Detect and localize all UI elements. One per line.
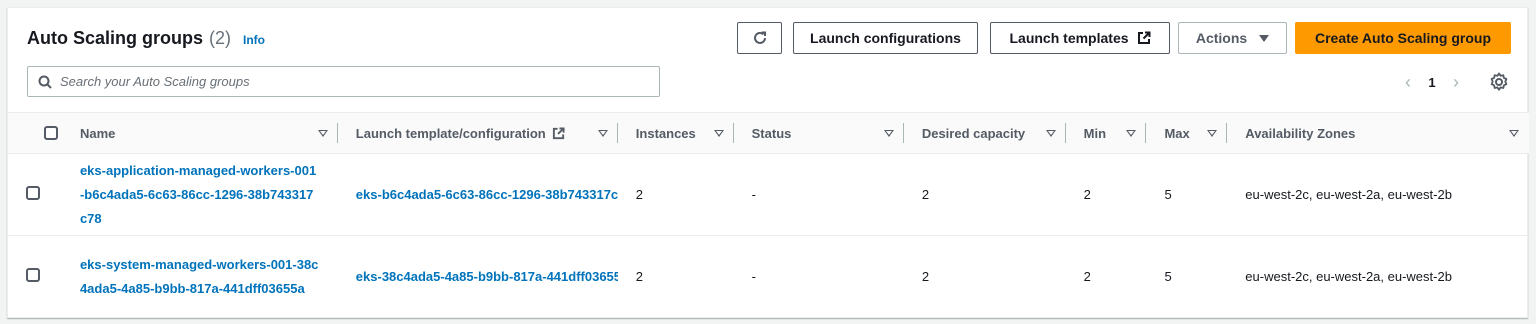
instances-cell: 2: [635, 269, 644, 285]
launch-configurations-button[interactable]: Launch configurations: [793, 22, 978, 54]
refresh-icon: [753, 31, 766, 44]
create-auto-scaling-group-button[interactable]: Create Auto Scaling group: [1295, 22, 1511, 54]
name-cell: eks-system-managed-workers-001-38c4ada5-…: [62, 236, 338, 318]
external-link-icon: [552, 126, 565, 139]
availability-zones-cell: eu-west-2c, eu-west-2a, eu-west-2b: [1245, 269, 1452, 285]
column-header-launch-template[interactable]: Launch template/configuration: [338, 113, 618, 154]
row-checkbox[interactable]: [26, 186, 40, 200]
select-all-cell: [8, 113, 62, 154]
sort-icon[interactable]: [1509, 129, 1519, 137]
table-row[interactable]: eks-system-managed-workers-001-38c4ada5-…: [8, 236, 1529, 318]
column-header-desired-capacity[interactable]: Desired capacity: [904, 113, 1066, 154]
previous-page-icon[interactable]: ‹: [1396, 72, 1420, 93]
next-page-icon[interactable]: ›: [1444, 72, 1468, 93]
refresh-button[interactable]: [737, 22, 782, 54]
external-link-icon: [1137, 31, 1151, 44]
page-number[interactable]: 1: [1420, 75, 1444, 90]
column-header-min[interactable]: Min: [1066, 113, 1147, 154]
min-cell: 2: [1083, 269, 1091, 285]
column-header-instances[interactable]: Instances: [618, 113, 734, 154]
create-label: Create Auto Scaling group: [1314, 30, 1492, 46]
column-label: Name: [79, 125, 116, 141]
table-header-row: Name Launch template/configuration Insta…: [8, 112, 1529, 154]
desired-capacity-cell: 2: [921, 269, 930, 285]
min-cell: 2: [1083, 187, 1091, 202]
row-select-cell: [8, 154, 62, 236]
select-all-checkbox[interactable]: [44, 126, 58, 140]
instances-cell: 2: [635, 187, 644, 202]
max-cell: 5: [1164, 187, 1172, 202]
status-cell: -: [751, 187, 756, 202]
status-cell: -: [751, 269, 756, 285]
panel-header: Auto Scaling groups (2) Info Launch conf…: [8, 8, 1527, 112]
column-label: Status: [751, 125, 792, 141]
column-label: Availability Zones: [1245, 125, 1356, 141]
info-link[interactable]: Info: [243, 33, 265, 47]
launch-template-cell: eks-38c4ada5-4a85-b9bb-817a-441dff03655a: [338, 236, 618, 318]
launch-templates-label: Launch templates: [1009, 30, 1129, 46]
launch-configurations-label: Launch configurations: [810, 30, 961, 46]
sort-icon[interactable]: [883, 129, 894, 137]
column-header-availability-zones[interactable]: Availability Zones: [1227, 113, 1529, 154]
sort-icon[interactable]: [1207, 129, 1218, 137]
caret-down-icon: [1259, 34, 1270, 42]
row-checkbox[interactable]: [26, 268, 40, 283]
actions-label: Actions: [1195, 30, 1248, 46]
sort-icon[interactable]: [713, 129, 724, 137]
search-box[interactable]: [27, 66, 660, 97]
launch-template-link[interactable]: eks-38c4ada5-4a85-b9bb-817a-441dff03655a: [356, 269, 618, 284]
auto-scaling-groups-panel: Auto Scaling groups (2) Info Launch conf…: [7, 7, 1529, 318]
column-label: Min: [1083, 125, 1107, 141]
launch-template-link[interactable]: eks-b6c4ada5-6c63-86cc-1296-38b743317c78: [356, 187, 618, 202]
max-cell: 5: [1164, 269, 1172, 285]
name-cell: eks-application-managed-workers-001-b6c4…: [62, 154, 338, 236]
availability-zones-cell: eu-west-2c, eu-west-2a, eu-west-2b: [1245, 187, 1452, 202]
column-label: Desired capacity: [921, 125, 1026, 141]
sort-icon[interactable]: [317, 129, 328, 137]
actions-dropdown[interactable]: Actions: [1178, 22, 1287, 54]
auto-scaling-groups-table: Name Launch template/configuration Insta…: [8, 112, 1529, 318]
sort-icon[interactable]: [1126, 129, 1137, 137]
row-select-cell: [8, 236, 62, 318]
search-input[interactable]: [60, 74, 640, 89]
gear-icon[interactable]: [1488, 71, 1510, 93]
title-row: Auto Scaling groups (2) Info: [27, 28, 265, 49]
column-label: Instances: [635, 125, 696, 141]
column-header-max[interactable]: Max: [1146, 113, 1228, 154]
sort-icon[interactable]: [597, 129, 608, 137]
column-label: Launch template/configuration: [355, 125, 546, 141]
launch-templates-button[interactable]: Launch templates: [990, 22, 1170, 54]
column-header-name[interactable]: Name: [62, 113, 338, 154]
column-header-status[interactable]: Status: [734, 113, 904, 154]
page-title: Auto Scaling groups: [27, 28, 204, 48]
search-icon: [38, 75, 52, 89]
launch-template-cell: eks-b6c4ada5-6c63-86cc-1296-38b743317c78: [338, 154, 618, 236]
table-row[interactable]: eks-application-managed-workers-001-b6c4…: [8, 154, 1529, 236]
group-name-link[interactable]: eks-application-managed-workers-001-b6c4…: [80, 159, 320, 231]
group-name-link[interactable]: eks-system-managed-workers-001-38c4ada5-…: [80, 253, 320, 301]
sort-icon[interactable]: [1045, 129, 1056, 137]
column-label: Max: [1164, 125, 1190, 141]
group-count: (2): [209, 28, 232, 48]
desired-capacity-cell: 2: [921, 187, 930, 202]
pagination: ‹ 1 ›: [1396, 70, 1468, 94]
